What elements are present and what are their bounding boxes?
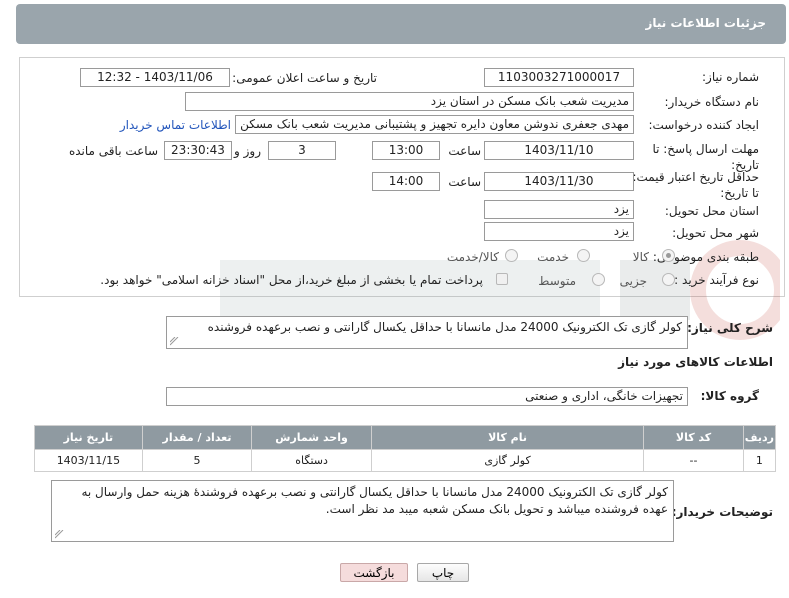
category-goods-radio[interactable]	[662, 249, 675, 262]
deadline-time-field: 13:00	[372, 141, 440, 160]
col-date-header: تاریخ نیاز	[34, 425, 143, 450]
deadline-days-field: 3	[268, 141, 336, 160]
creator-label: ایجاد کننده درخواست:	[648, 118, 759, 132]
validity-time-field: 14:00	[372, 172, 440, 191]
goods-group-label: گروه کالا:	[700, 389, 759, 403]
treasury-payment-note: پرداخت تمام یا بخشی از مبلغ خرید،از محل …	[100, 273, 483, 287]
buyer-notes-field: کولر گازی تک الکترونیک 24000 مدل مانسانا…	[51, 480, 674, 542]
remaining-label: ساعت باقی مانده	[68, 144, 158, 158]
process-minor-label: جزیی	[619, 274, 647, 288]
category-both-radio[interactable]	[505, 249, 518, 262]
buyer-label: نام دستگاه خریدار:	[664, 95, 760, 109]
category-goods-label: کالا	[632, 250, 649, 264]
col-qty-header: تعداد / مقدار	[141, 425, 253, 450]
creator-field: مهدی جعفری ندوشن معاون دایره تجهیز و پشت…	[235, 115, 634, 134]
validity-time-label: ساعت	[448, 175, 481, 189]
buyer-notes-text: کولر گازی تک الکترونیک 24000 مدل مانسانا…	[81, 485, 668, 516]
category-service-label: خدمت	[537, 250, 569, 264]
cell-qty: 5	[141, 449, 253, 472]
col-name-header: نام کالا	[370, 425, 645, 450]
summary-text: کولر گازی تک الکترونیک 24000 مدل مانسانا…	[207, 320, 682, 334]
col-unit-header: واحد شمارش	[251, 425, 372, 450]
province-label: استان محل تحویل:	[664, 204, 759, 218]
page-header: جزئیات اطلاعات نیاز	[16, 4, 786, 44]
cell-row: 1	[742, 449, 777, 472]
validity-label: حداقل تاریخ اعتبار قیمت: تا تاریخ:	[632, 170, 759, 200]
deadline-time-label: ساعت	[448, 144, 481, 158]
buyer-notes-label: توضیحات خریدار:	[671, 505, 773, 519]
need-number-label: شماره نیاز:	[702, 70, 759, 84]
col-code-header: کد کالا	[643, 425, 744, 450]
resize-handle-icon	[55, 530, 64, 539]
process-medium-radio[interactable]	[592, 273, 605, 286]
goods-group-field: تجهیزات خانگی، اداری و صنعتی	[166, 387, 688, 406]
items-table-header-row: ردیف کد کالا نام کالا واحد شمارش تعداد /…	[34, 425, 777, 450]
announce-field: 1403/11/06 - 12:32	[80, 68, 230, 87]
process-medium-label: متوسط	[538, 274, 576, 288]
goods-section-title: اطلاعات کالاهای مورد نیاز	[618, 355, 773, 369]
process-minor-radio[interactable]	[662, 273, 675, 286]
page-title: جزئیات اطلاعات نیاز	[645, 16, 766, 30]
city-field: یزد	[484, 222, 634, 241]
need-number-field: 1103003271000017	[484, 68, 634, 87]
cell-unit: دستگاه	[251, 449, 372, 472]
cell-date: 1403/11/15	[34, 449, 143, 472]
validity-date-field: 1403/11/30	[484, 172, 634, 191]
province-field: یزد	[484, 200, 634, 219]
summary-label: شرح کلی نیاز:	[687, 321, 773, 335]
category-both-label: کالا/خدمت	[446, 250, 499, 264]
announce-label: تاریخ و ساعت اعلان عمومی:	[232, 71, 377, 85]
items-table: ردیف کد کالا نام کالا واحد شمارش تعداد /…	[34, 425, 777, 472]
cell-code: --	[643, 449, 744, 472]
remaining-time-field: 23:30:43	[164, 141, 232, 160]
summary-field: کولر گازی تک الکترونیک 24000 مدل مانسانا…	[166, 316, 688, 349]
print-button[interactable]: چاپ	[417, 563, 469, 582]
buyer-field: مدیریت شعب بانک مسکن در استان یزد	[185, 92, 634, 111]
process-label: نوع فرآیند خرید :	[674, 273, 759, 287]
col-row-header: ردیف	[742, 425, 777, 450]
deadline-date-field: 1403/11/10	[484, 141, 634, 160]
resize-handle-icon	[170, 337, 179, 346]
back-button[interactable]: بازگشت	[340, 563, 408, 582]
category-service-radio[interactable]	[577, 249, 590, 262]
table-row: 1 -- کولر گازی دستگاه 5 1403/11/15	[34, 449, 777, 472]
city-label: شهر محل تحویل:	[672, 226, 759, 240]
buyer-contact-link[interactable]: اطلاعات تماس خریدار	[120, 118, 231, 132]
cell-name: کولر گازی	[370, 449, 645, 472]
days-label: روز و	[234, 144, 261, 158]
treasury-payment-checkbox[interactable]	[496, 273, 508, 285]
